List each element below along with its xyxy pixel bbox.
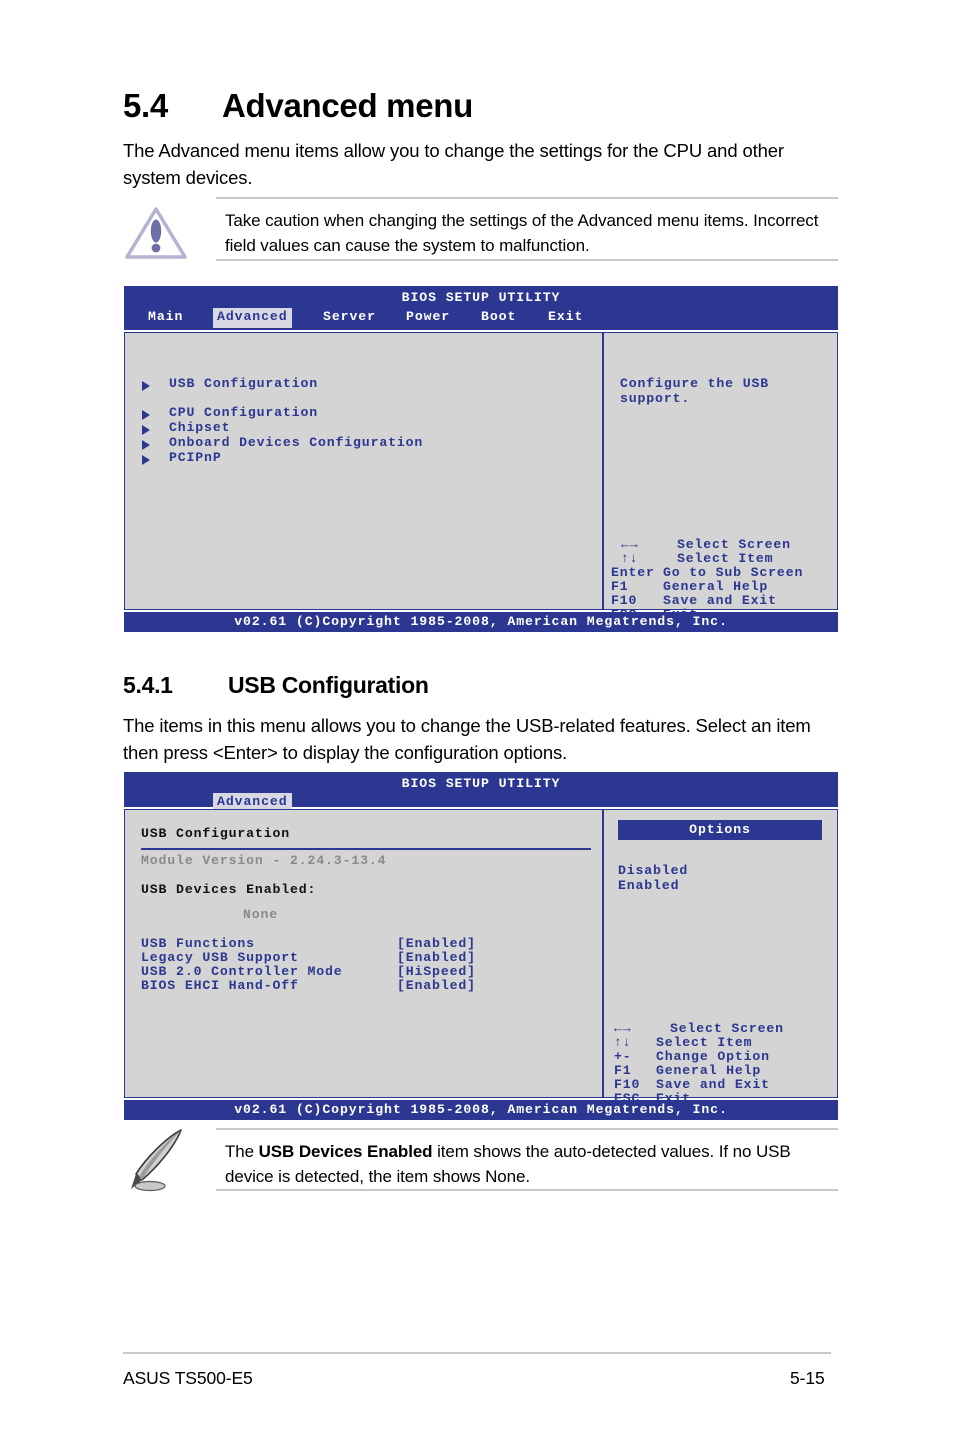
tab-boot[interactable]: Boot	[477, 308, 520, 328]
menu-item-pcipnp[interactable]: PCIPnP	[169, 450, 222, 466]
bios-tab-bar: Main Advanced Server Power Boot Exit	[124, 308, 838, 330]
footer-divider-rule	[123, 1352, 831, 1354]
bios-copyright-footer: v02.61 (C)Copyright 1985-2008, American …	[124, 1100, 838, 1120]
bios-panel-divider	[602, 810, 604, 1097]
page-title: Advanced menu	[222, 87, 473, 124]
callout-top-rule	[216, 197, 838, 199]
bios-panel-divider	[602, 333, 604, 609]
tab-advanced[interactable]: Advanced	[213, 308, 292, 328]
note-callout: The USB Devices Enabled item shows the a…	[216, 1128, 838, 1191]
menu-item-usb-configuration[interactable]: USB Configuration	[169, 376, 318, 392]
subsection-title: USB Configuration	[228, 672, 429, 698]
menu-item-chipset[interactable]: Chipset	[169, 420, 230, 436]
subsection-number: 5.4.1	[123, 672, 173, 698]
bios-title: BIOS SETUP UTILITY	[401, 290, 561, 305]
callout-top-rule	[216, 1128, 838, 1130]
bios-screen-advanced-menu: BIOS SETUP UTILITY Main Advanced Server …	[124, 286, 838, 632]
usb-devices-enabled-label: USB Devices Enabled:	[141, 882, 317, 897]
usb-devices-enabled-value: None	[243, 907, 279, 922]
footer-product-name: ASUS TS500-E5	[123, 1368, 253, 1388]
tab-main[interactable]: Main	[144, 308, 187, 328]
help-text-line-1: Configure the USB	[620, 376, 769, 391]
menu-item-cpu-configuration[interactable]: CPU Configuration	[169, 405, 318, 421]
bios-body-panel: USB Configuration CPU Configuration Chip…	[124, 332, 838, 622]
menu-item-onboard-devices-configuration[interactable]: Onboard Devices Configuration	[169, 435, 423, 451]
footer-page-number: 5-15	[790, 1368, 825, 1388]
manual-page: 5.4 Advanced menu The Advanced menu item…	[0, 0, 954, 1438]
options-header: Options	[618, 820, 822, 840]
section-number: 5.4	[123, 87, 168, 124]
warning-triangle-icon	[123, 205, 189, 261]
chevron-right-icon	[142, 440, 150, 450]
note-text-bold: USB Devices Enabled	[258, 1142, 433, 1161]
module-version-text: Module Version - 2.24.3-13.4	[141, 853, 387, 868]
setting-value-bios-ehci-hand-off[interactable]: [Enabled]	[397, 978, 476, 994]
callout-bottom-rule	[216, 1189, 838, 1191]
bios-screen-usb-configuration: BIOS SETUP UTILITY Advanced USB Configur…	[124, 772, 838, 1120]
warning-callout-text: Take caution when changing the settings …	[225, 211, 819, 255]
chevron-right-icon	[142, 381, 150, 391]
tab-power[interactable]: Power	[402, 308, 454, 328]
warning-callout: Take caution when changing the settings …	[216, 197, 838, 261]
option-enabled[interactable]: Enabled	[618, 878, 679, 894]
section-intro-text: The Advanced menu items allow you to cha…	[123, 140, 784, 188]
help-text-line-2: support.	[620, 391, 691, 406]
bios-body-panel: USB Configuration Module Version - 2.24.…	[124, 809, 838, 1106]
note-callout-text: The USB Devices Enabled item shows the a…	[225, 1139, 835, 1189]
bios-title: BIOS SETUP UTILITY	[401, 776, 561, 791]
chevron-right-icon	[142, 455, 150, 465]
bios-copyright-footer: v02.61 (C)Copyright 1985-2008, American …	[124, 612, 838, 632]
tab-server[interactable]: Server	[319, 308, 380, 328]
chevron-right-icon	[142, 410, 150, 420]
note-text-before: The	[225, 1142, 259, 1161]
tab-exit[interactable]: Exit	[544, 308, 587, 328]
panel-heading: USB Configuration	[141, 826, 290, 841]
chevron-right-icon	[142, 425, 150, 435]
callout-bottom-rule	[216, 259, 838, 261]
subsection-intro-text: The items in this menu allows you to cha…	[123, 715, 811, 763]
quill-pen-icon	[126, 1126, 192, 1192]
setting-label-bios-ehci-hand-off[interactable]: BIOS EHCI Hand-Off	[141, 978, 299, 994]
option-disabled[interactable]: Disabled	[618, 863, 688, 879]
panel-heading-rule	[141, 848, 591, 850]
